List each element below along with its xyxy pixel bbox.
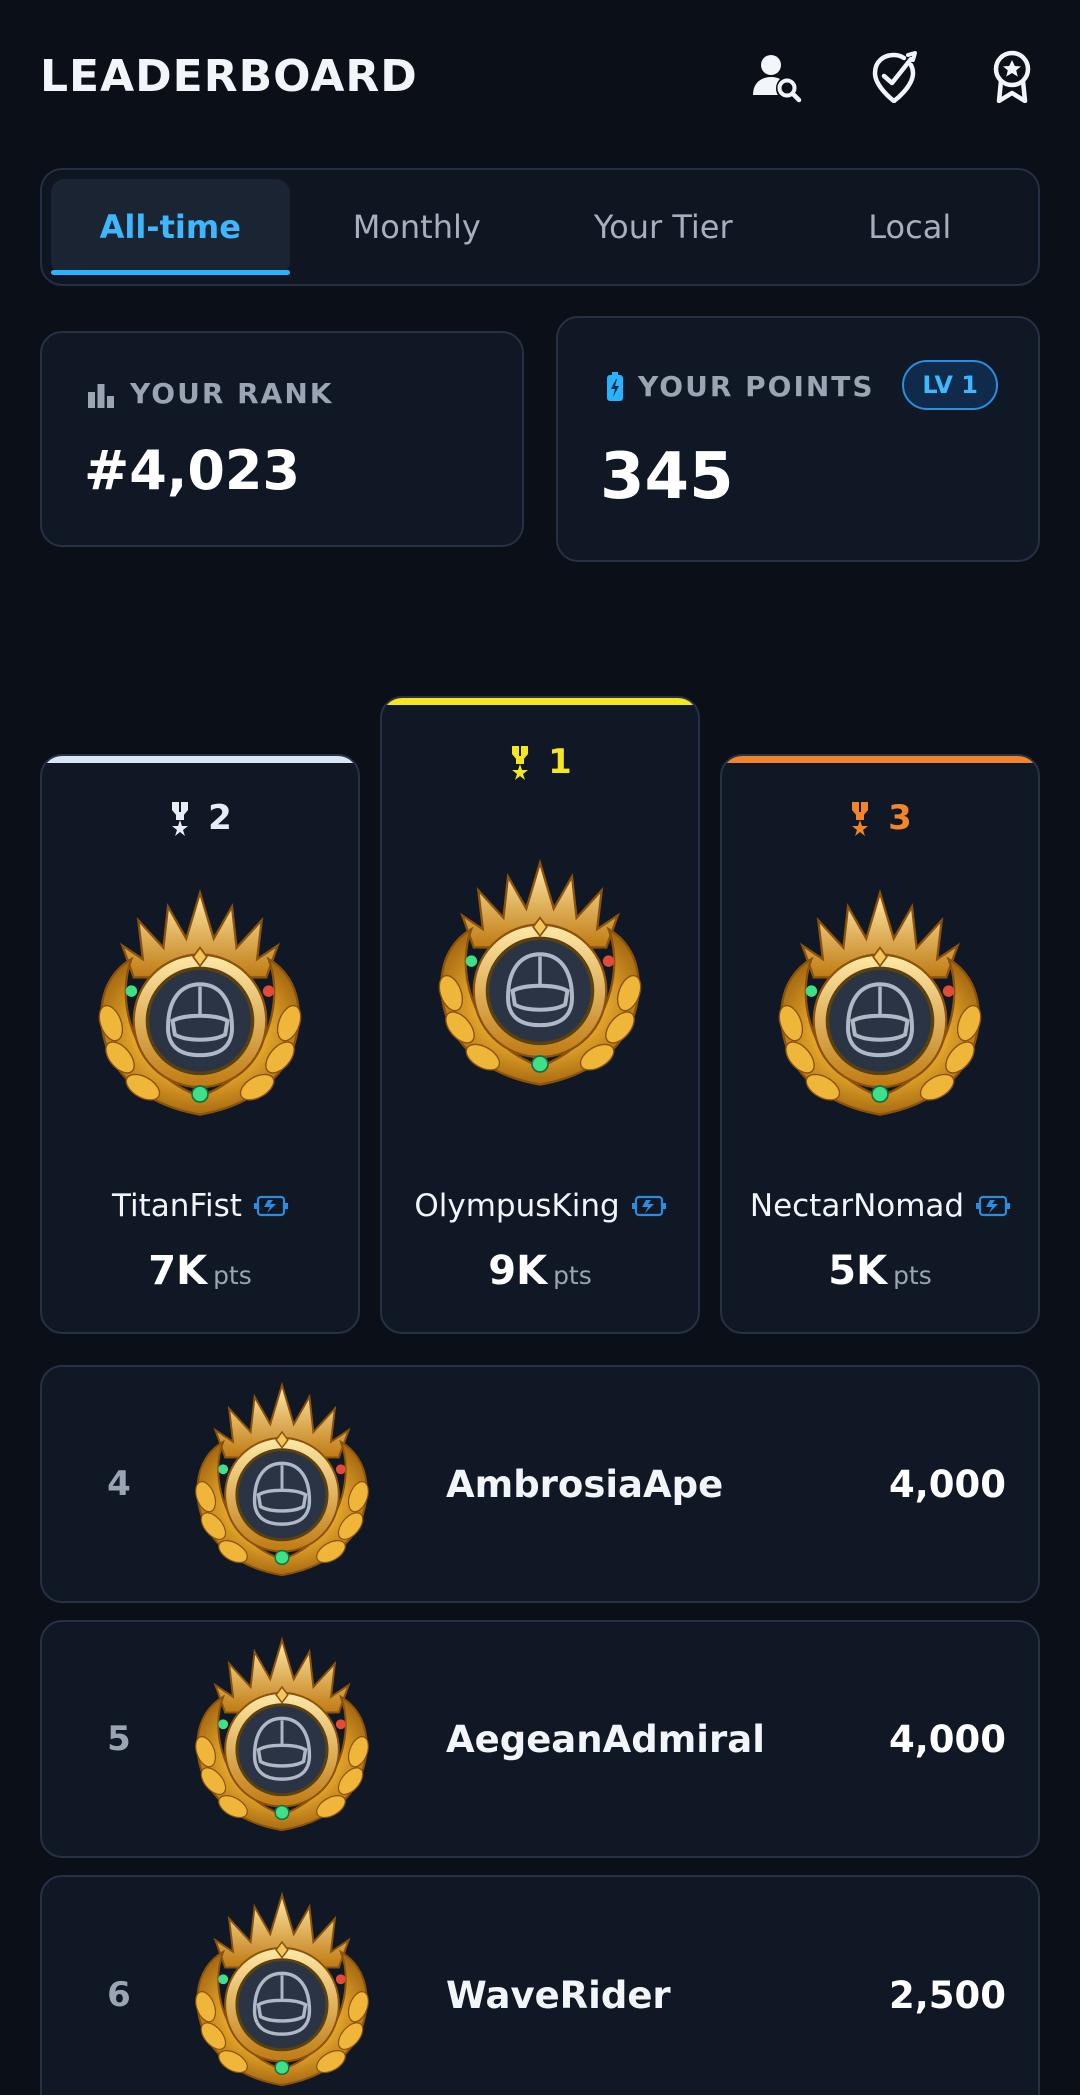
bar-chart-icon [88,383,114,408]
player-points: 5K pts [722,1248,1038,1294]
player-name: TitanFist [112,1188,242,1224]
points-unit: pts [893,1261,932,1290]
row-points: 4,000 [888,1462,1006,1506]
place-number: 3 [888,798,912,838]
row-points: 2,500 [888,1973,1006,2017]
trophy-icon [848,800,872,836]
points-value: 9K [488,1248,548,1294]
rank-value: #4,023 [84,439,301,502]
tab-your-tier[interactable]: Your Tier [544,179,783,275]
podium-card-first[interactable]: 1 OlympusKing 9K pts [380,696,700,1334]
points-value: 7K [148,1248,208,1294]
leaderboard-row[interactable]: 4 AmbrosiaApe 4,000 [40,1365,1040,1603]
leaderboard-row[interactable]: 6 WaveRider 2,500 [40,1875,1040,2095]
page-title: LEADERBOARD [40,50,418,102]
silver-accent-bar [42,756,358,763]
avatar-crest [184,1889,380,2095]
avatar-crest [85,886,315,1126]
tab-all-time[interactable]: All-time [51,179,290,275]
gold-accent-bar [382,698,698,705]
place-badge: 3 [722,798,1038,838]
avatar-crest [425,856,655,1096]
trophy-icon [168,800,192,836]
award-ribbon-icon[interactable] [984,48,1040,104]
avatar-crest [765,886,995,1126]
place-number: 2 [208,798,232,838]
battery-chip-icon [632,1195,666,1217]
points-value: 5K [828,1248,888,1294]
bronze-accent-bar [722,756,1038,763]
player-name: NectarNomad [749,1188,965,1224]
period-tabs: All-time Monthly Your Tier Local [40,168,1040,286]
place-number: 1 [548,742,572,782]
tab-local[interactable]: Local [791,179,1030,275]
avatar-crest [184,1634,380,1840]
trophy-icon [508,744,532,780]
podium-card-third[interactable]: 3 NectarNomad 5K pts [720,754,1040,1334]
row-rank: 4 [107,1464,131,1504]
row-player-name: WaveRider [446,1973,671,2017]
battery-chip-icon [254,1195,288,1217]
podium-card-second[interactable]: 2 TitanFist 7K pts [40,754,360,1334]
player-points: 9K pts [382,1248,698,1294]
row-rank: 6 [107,1975,131,2015]
place-badge: 2 [42,798,358,838]
battery-chip-icon [976,1195,1010,1217]
user-search-icon[interactable] [748,48,804,104]
your-points-card: YOUR POINTS LV 1 345 [556,316,1040,562]
header-actions [748,48,1040,104]
place-badge: 1 [382,742,698,782]
app-header: LEADERBOARD [40,40,1040,112]
tab-monthly[interactable]: Monthly [298,179,537,275]
row-rank: 5 [107,1719,131,1759]
points-unit: pts [553,1261,592,1290]
target-check-icon[interactable] [866,48,922,104]
row-points: 4,000 [888,1717,1006,1761]
avatar-crest [184,1379,380,1585]
rank-label: YOUR RANK [130,377,334,410]
your-rank-card: YOUR RANK #4,023 [40,331,524,547]
points-value: 345 [600,440,734,514]
battery-bolt-icon [607,371,623,401]
points-label: YOUR POINTS [638,370,875,403]
player-points: 7K pts [42,1248,358,1294]
row-player-name: AmbrosiaApe [446,1462,724,1506]
player-name: OlympusKing [414,1188,620,1224]
row-player-name: AegeanAdmiral [446,1717,765,1761]
points-unit: pts [213,1261,252,1290]
leaderboard-row[interactable]: 5 AegeanAdmiral 4,000 [40,1620,1040,1858]
level-badge: LV 1 [902,360,998,410]
